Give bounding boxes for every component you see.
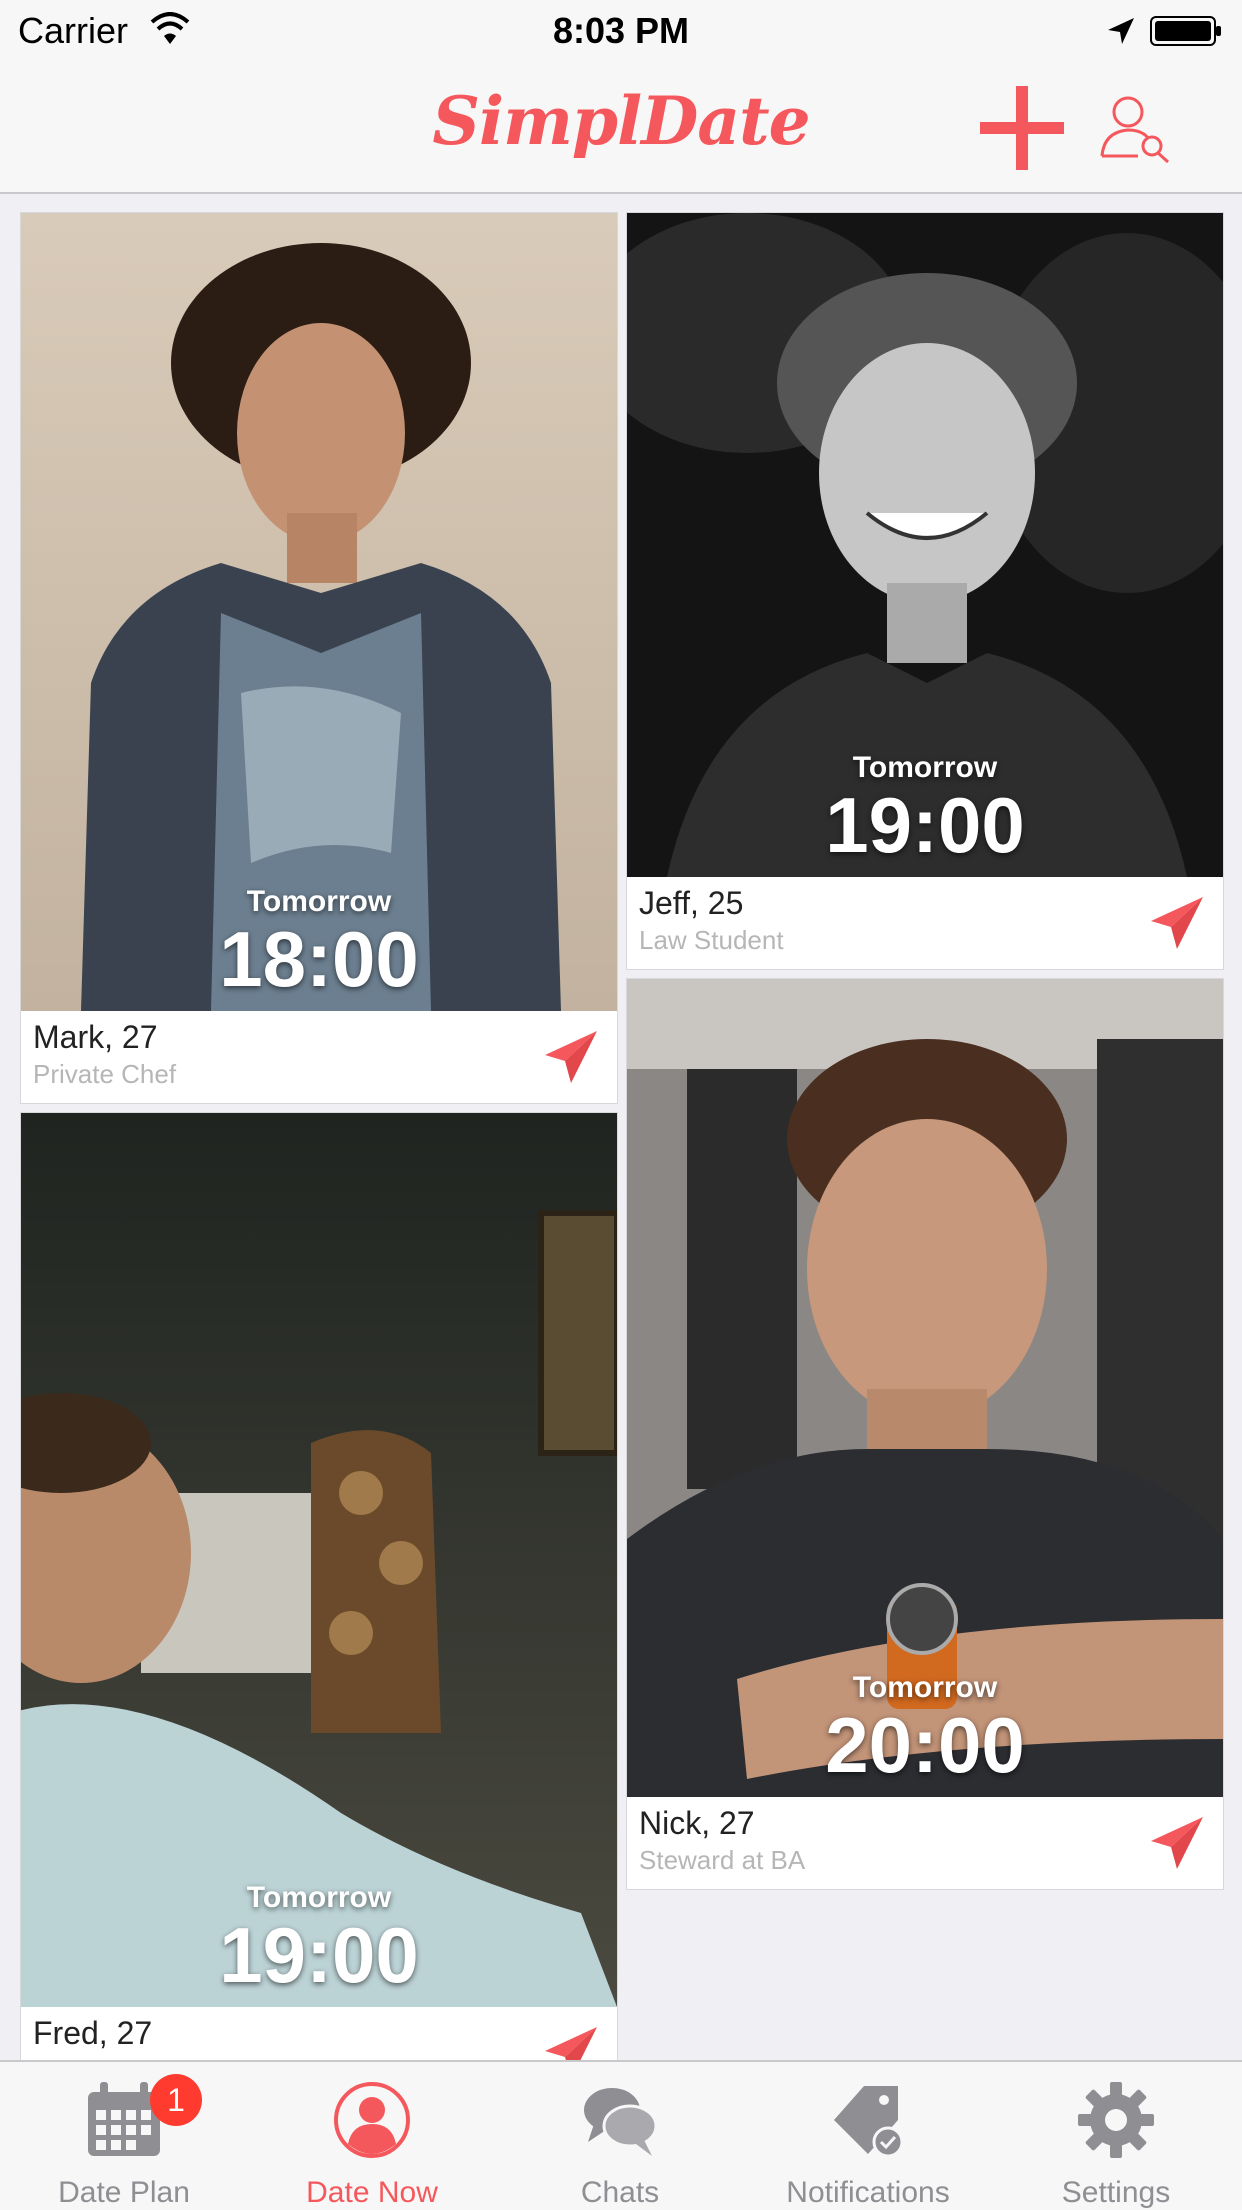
- profile-name: Mark, 27: [33, 1019, 158, 1055]
- profile-card-mark[interactable]: Tomorrow 18:00 Mark, 27 Private Chef: [20, 212, 618, 1104]
- profile-job: Steward at BA: [639, 1845, 806, 1875]
- date-day-label: Tomorrow: [246, 1881, 392, 1914]
- tab-settings[interactable]: Settings: [992, 2062, 1240, 2210]
- tab-label: Settings: [1061, 2176, 1171, 2209]
- tab-label: Date Plan: [58, 2176, 190, 2209]
- paper-plane-icon[interactable]: [539, 2021, 603, 2062]
- date-time-label: 19:00: [825, 781, 1025, 869]
- notification-badge: 1: [150, 2074, 202, 2126]
- chat-bubbles-icon: [584, 2088, 658, 2156]
- profile-info: Fred, 27: [21, 2007, 617, 2061]
- tab-label: Chats: [580, 2176, 660, 2209]
- date-time-label: 20:00: [825, 1701, 1025, 1789]
- date-day-label: Tomorrow: [852, 751, 998, 784]
- status-bar: Carrier 8:03 PM: [0, 0, 1242, 64]
- date-time-overlay: Tomorrow 18:00: [21, 885, 617, 999]
- profile-info: Mark, 27 Private Chef: [21, 1011, 617, 1103]
- tab-label: Notifications: [786, 2176, 950, 2209]
- profile-job: Private Chef: [33, 1059, 177, 1089]
- paper-plane-icon[interactable]: [539, 1025, 603, 1089]
- tab-notifications[interactable]: Notifications: [744, 2062, 992, 2210]
- date-day-label: Tomorrow: [852, 1671, 998, 1704]
- date-time-overlay: Tomorrow 19:00: [21, 1881, 617, 1995]
- profile-info: Jeff, 25 Law Student: [627, 877, 1223, 969]
- profile-name: Jeff, 25: [639, 885, 744, 921]
- tab-bar: 1 Date Plan Date Now Chats Notifications: [0, 2060, 1242, 2210]
- date-day-label: Tomorrow: [246, 885, 392, 918]
- profile-job: Law Student: [639, 925, 784, 955]
- tag-check-icon: [834, 2086, 904, 2158]
- tab-chats[interactable]: Chats: [496, 2062, 744, 2210]
- profile-name: Fred, 27: [33, 2015, 153, 2051]
- navigation-bar: SimplDate: [0, 64, 1242, 194]
- clock: 8:03 PM: [552, 10, 690, 51]
- tab-date-plan[interactable]: 1 Date Plan: [0, 2062, 248, 2210]
- search-user-icon[interactable]: [1098, 90, 1172, 164]
- profile-photo: [21, 1113, 617, 2007]
- date-time-label: 19:00: [219, 1911, 419, 1999]
- date-time-overlay: Tomorrow 20:00: [627, 1671, 1223, 1785]
- location-arrow-icon: [1108, 18, 1134, 44]
- battery-icon: [1150, 16, 1221, 46]
- paper-plane-icon[interactable]: [1145, 1811, 1209, 1875]
- date-time-overlay: Tomorrow 19:00: [627, 751, 1223, 865]
- profile-name: Nick, 27: [639, 1805, 755, 1841]
- tab-date-now[interactable]: Date Now: [248, 2062, 496, 2210]
- person-icon: [334, 2082, 410, 2158]
- profile-card-fred[interactable]: Tomorrow 19:00 Fred, 27: [20, 1112, 618, 2062]
- tab-label: Date Now: [306, 2176, 438, 2209]
- date-time-label: 18:00: [219, 915, 419, 1003]
- profile-card-nick[interactable]: Tomorrow 20:00 Nick, 27 Steward at BA: [626, 978, 1224, 1890]
- profile-info: Nick, 27 Steward at BA: [627, 1797, 1223, 1889]
- add-icon[interactable]: [976, 82, 1068, 174]
- gear-icon: [1078, 2082, 1154, 2158]
- profile-card-jeff[interactable]: Tomorrow 19:00 Jeff, 25 Law Student: [626, 212, 1224, 970]
- paper-plane-icon[interactable]: [1145, 891, 1209, 955]
